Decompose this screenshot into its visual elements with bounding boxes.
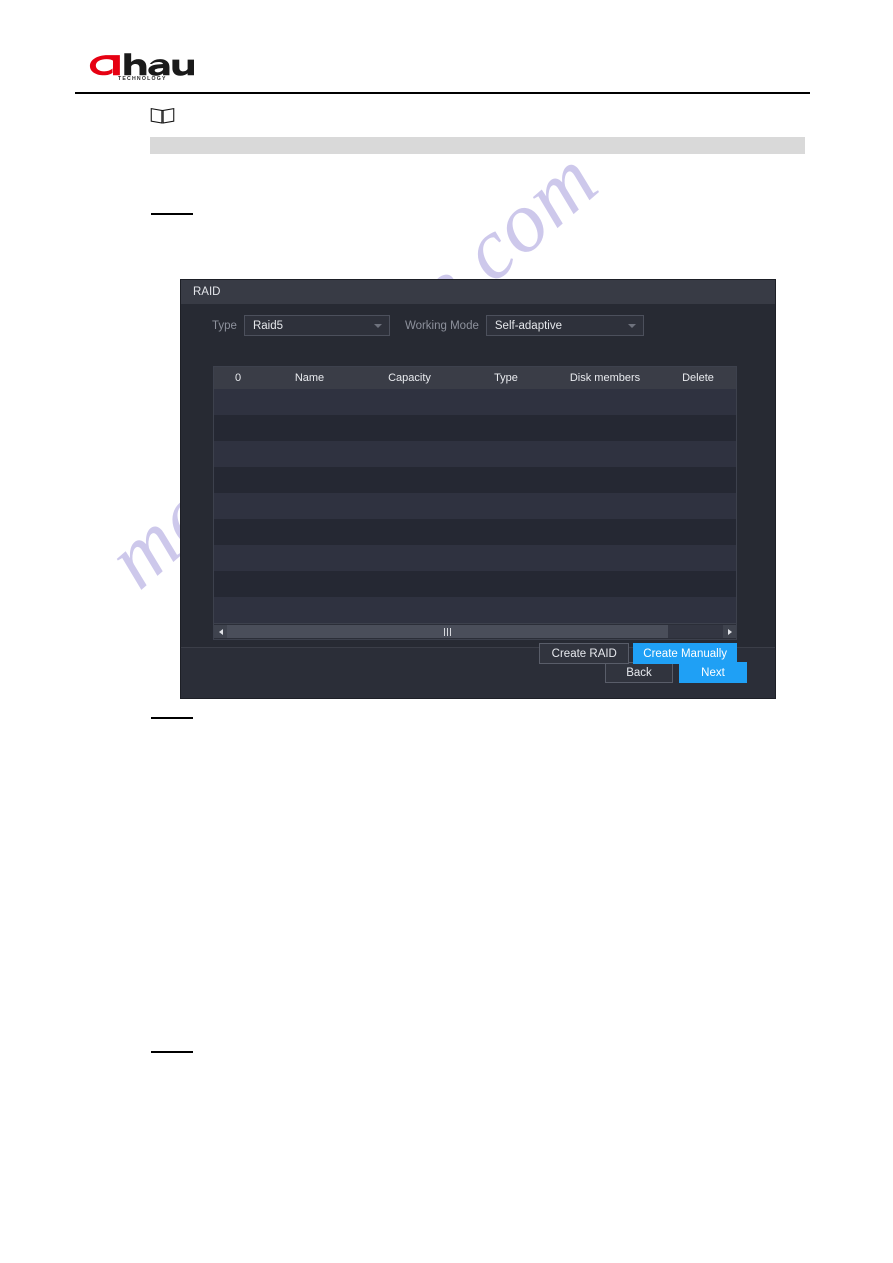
table-row[interactable]	[214, 389, 736, 415]
table-row[interactable]	[214, 545, 736, 571]
column-header-index: 0	[234, 372, 242, 384]
table-row[interactable]	[214, 467, 736, 493]
raid-dialog: RAID Type Raid5 Working Mode Self-adapti…	[181, 280, 775, 698]
note-callout-bar	[150, 137, 805, 154]
create-manually-button[interactable]: Create Manually	[633, 643, 737, 664]
section-rule-3	[151, 1051, 193, 1053]
create-raid-button[interactable]: Create RAID	[539, 643, 630, 664]
scroll-left-arrow-icon[interactable]	[214, 625, 227, 638]
book-icon	[150, 107, 175, 124]
scroll-right-arrow-icon[interactable]	[723, 625, 736, 638]
dialog-title: RAID	[193, 286, 221, 298]
column-header-disk-members: Disk members	[569, 372, 641, 384]
type-select-value: Raid5	[252, 319, 283, 332]
column-header-delete: Delete	[682, 372, 714, 384]
dahua-logo: TECHNOLOGY	[86, 52, 194, 86]
column-header-name: Name	[294, 372, 325, 384]
dialog-body: Type Raid5 Working Mode Self-adaptive 0 …	[181, 304, 775, 664]
dahua-logo-mark	[89, 53, 194, 76]
column-header-capacity: Capacity	[388, 372, 431, 384]
dialog-titlebar: RAID	[181, 280, 775, 304]
section-rule-1	[151, 213, 193, 215]
table-row[interactable]	[214, 597, 736, 623]
table-row[interactable]	[214, 441, 736, 467]
logo-tagline: TECHNOLOGY	[118, 76, 167, 82]
type-select[interactable]: Raid5	[243, 315, 390, 336]
table-row[interactable]	[214, 415, 736, 441]
column-header-type: Type	[494, 372, 518, 384]
scrollbar-thumb[interactable]	[227, 625, 669, 638]
scrollbar-track[interactable]	[227, 625, 723, 638]
working-mode-select-value: Self-adaptive	[494, 319, 562, 332]
table-row[interactable]	[214, 571, 736, 597]
working-mode-select[interactable]: Self-adaptive	[485, 315, 644, 336]
scrollbar-grip-icon	[444, 627, 452, 636]
raid-table: 0 Name Capacity Type Disk members Delete	[213, 366, 737, 640]
table-body	[214, 389, 736, 623]
working-mode-label: Working Mode	[404, 319, 479, 332]
next-button[interactable]: Next	[679, 662, 747, 683]
table-horizontal-scrollbar[interactable]	[214, 623, 736, 639]
chevron-down-icon	[373, 323, 382, 328]
back-button[interactable]: Back	[605, 662, 673, 683]
type-label: Type	[212, 319, 237, 332]
raid-controls-row: Type Raid5 Working Mode Self-adaptive	[181, 304, 775, 336]
table-header-row: 0 Name Capacity Type Disk members Delete	[214, 367, 736, 389]
table-row[interactable]	[214, 519, 736, 545]
raid-action-buttons: Create RAID Create Manually	[539, 643, 737, 664]
table-row[interactable]	[214, 493, 736, 519]
chevron-down-icon	[627, 323, 636, 328]
section-rule-2	[151, 717, 193, 719]
header-divider	[75, 92, 810, 94]
